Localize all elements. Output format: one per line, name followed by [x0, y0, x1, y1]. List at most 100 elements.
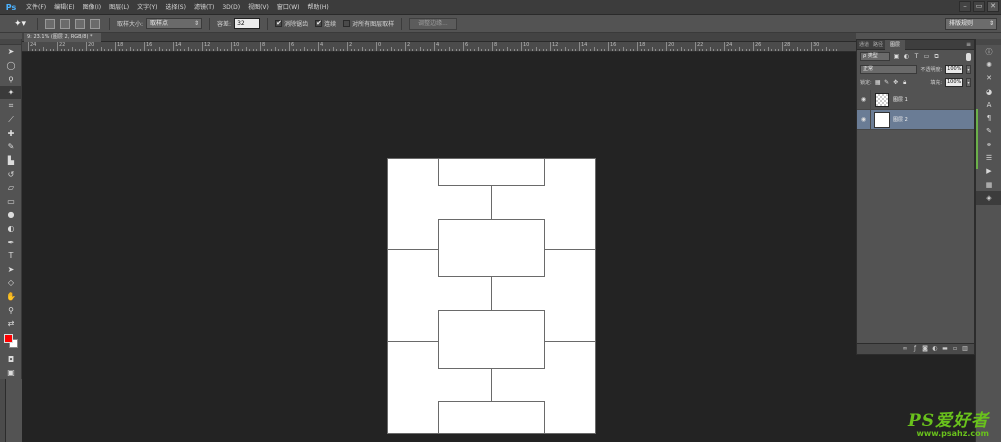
healing-brush-tool-icon[interactable]: ✚ [0, 127, 22, 141]
refine-edge-button[interactable]: 调整边缘... [409, 17, 457, 30]
diagram-box [438, 401, 545, 434]
tab-layers[interactable]: 图层 [885, 39, 906, 50]
styles-icon[interactable]: ▦ [976, 178, 1001, 191]
document-tab[interactable]: 9: 23.1% (图层 2, RGB/8) * [24, 33, 101, 42]
color-swatches[interactable] [0, 330, 22, 352]
foreground-color-swatch[interactable] [4, 334, 13, 344]
gradient-tool-icon[interactable]: ▭ [0, 195, 22, 209]
pen-tool-icon[interactable]: ✒ [0, 235, 22, 249]
menu-image[interactable]: 图像(I) [79, 0, 105, 15]
magic-wand-tool-icon[interactable]: ✦ [0, 85, 22, 100]
layer-row[interactable]: ◉ 图层 1 [857, 89, 974, 110]
adjustments-icon[interactable]: ◕ [976, 85, 1001, 98]
move-tool-icon[interactable]: ➤ [0, 45, 22, 59]
lock-transparent-icon[interactable]: ▦ [875, 79, 881, 86]
quick-mask-icon[interactable]: ◘ [0, 352, 22, 366]
menu-type[interactable]: 文字(Y) [133, 0, 161, 15]
history-brush-tool-icon[interactable]: ↺ [0, 167, 22, 181]
workspace-dropdown[interactable]: 排版规则 [945, 18, 997, 30]
visibility-eye-icon[interactable]: ◉ [857, 89, 871, 110]
path-selection-tool-icon[interactable]: ➤ [0, 263, 22, 277]
lock-all-icon[interactable]: 🔒︎ [902, 79, 908, 86]
hand-tool-icon[interactable]: ✋ [0, 290, 22, 304]
ruler-tick [202, 42, 203, 51]
blur-tool-icon[interactable]: ● [0, 208, 22, 222]
character-icon[interactable]: A [976, 98, 1001, 111]
shape-filter-icon[interactable]: ▭ [923, 53, 930, 60]
clone-stamp-tool-icon[interactable]: ▙ [0, 154, 22, 168]
new-layer-icon[interactable]: ▫ [952, 346, 958, 352]
actions-icon[interactable]: ▶ [976, 165, 1001, 178]
sample-all-layers-checkbox[interactable]: 对所有图层取样 [343, 19, 394, 28]
info-icon[interactable]: ⓘ [976, 45, 1001, 58]
swap-colors-icon[interactable]: ⇄ [0, 317, 22, 331]
menu-select[interactable]: 选择(S) [161, 0, 190, 15]
layers-panel: 通道 路径 图层 ≡ ρ 类型 ▣ ◐ T ▭ ⧉ 正常 不透明度: 100% … [856, 39, 975, 355]
tab-channels[interactable]: 通道 [857, 40, 871, 50]
chevron-down-icon[interactable]: ▾ [966, 65, 971, 74]
layer-filter-dropdown[interactable]: ρ 类型 [860, 52, 890, 61]
trash-icon[interactable]: ▥ [962, 346, 968, 352]
menu-view[interactable]: 视图(V) [244, 0, 273, 15]
panel-menu-icon[interactable]: ≡ [966, 40, 971, 50]
intersect-selection-icon[interactable] [90, 18, 100, 29]
type-tool-icon[interactable]: T [0, 249, 22, 263]
antialias-checkbox[interactable]: ✔ 消除锯齿 [275, 19, 308, 28]
menu-filter[interactable]: 滤镜(T) [190, 0, 218, 15]
sample-size-dropdown[interactable]: 取样点 [146, 18, 203, 29]
menu-layer[interactable]: 图层(L) [105, 0, 133, 15]
shape-tool-icon[interactable]: ◇ [0, 276, 22, 290]
eraser-tool-icon[interactable]: ▱ [0, 181, 22, 195]
document-canvas[interactable] [387, 158, 596, 434]
close-button[interactable]: ✕ [987, 1, 999, 12]
dock-accent-bar [976, 109, 978, 169]
chevron-down-icon[interactable]: ▾ [966, 78, 971, 87]
crop-tool-icon[interactable]: ⌗ [0, 99, 22, 113]
adjustment-filter-icon[interactable]: ◐ [903, 53, 910, 60]
tab-paths[interactable]: 路径 [871, 40, 885, 50]
eyedropper-tool-icon[interactable]: ⟋ [0, 113, 22, 127]
color-icon[interactable]: ✺ [976, 58, 1001, 71]
magic-wand-icon[interactable]: ✦▾ [10, 17, 30, 31]
menu-window[interactable]: 窗口(W) [273, 0, 304, 15]
lock-image-icon[interactable]: ✎ [884, 79, 890, 86]
marquee-tool-icon[interactable]: ◯ [0, 59, 22, 73]
menu-help[interactable]: 帮助(H) [304, 0, 333, 15]
paragraph-icon[interactable]: ¶ [976, 111, 1001, 124]
contiguous-checkbox[interactable]: ✔ 连续 [315, 19, 336, 28]
lock-position-icon[interactable]: ✥ [893, 79, 899, 86]
brush-tool-icon[interactable]: ✎ [0, 140, 22, 154]
adjustment-layer-icon[interactable]: ◐ [932, 346, 938, 352]
layers-icon[interactable]: ◈ [976, 191, 1001, 205]
filter-toggle[interactable] [966, 52, 971, 61]
menu-file[interactable]: 文件(F) [22, 0, 50, 15]
pixel-filter-icon[interactable]: ▣ [893, 53, 900, 60]
add-mask-icon[interactable]: ◙ [922, 346, 928, 352]
subtract-selection-icon[interactable] [75, 18, 85, 29]
clone-source-icon[interactable]: ⚭ [976, 138, 1001, 151]
link-layers-icon[interactable]: ∞ [902, 346, 908, 352]
menu-edit[interactable]: 编辑(E) [50, 0, 78, 15]
add-selection-icon[interactable] [60, 18, 70, 29]
visibility-eye-icon[interactable]: ◉ [857, 109, 871, 130]
layer-style-icon[interactable]: ƒ [912, 346, 918, 352]
tolerance-input[interactable]: 32 [234, 18, 261, 29]
fill-input[interactable]: 100% [945, 78, 963, 87]
new-selection-icon[interactable] [45, 18, 55, 29]
smart-object-filter-icon[interactable]: ⧉ [933, 53, 940, 60]
screen-mode-icon[interactable]: ▣ [0, 366, 22, 380]
properties-icon[interactable]: ☰ [976, 151, 1001, 164]
layer-row[interactable]: ◉ 图层 2 [857, 109, 974, 130]
type-filter-icon[interactable]: T [913, 53, 920, 60]
tools-x-icon[interactable]: ✕ [976, 72, 1001, 85]
lasso-tool-icon[interactable]: ϙ [0, 72, 22, 86]
dodge-tool-icon[interactable]: ◐ [0, 222, 22, 236]
zoom-tool-icon[interactable]: ⚲ [0, 303, 22, 317]
new-group-icon[interactable]: ▬ [942, 346, 948, 352]
menu-3d[interactable]: 3D(D) [218, 0, 244, 15]
restore-button[interactable]: ▭ [973, 1, 985, 12]
blend-mode-dropdown[interactable]: 正常 [860, 65, 918, 74]
brush-presets-icon[interactable]: ✎ [976, 125, 1001, 138]
opacity-input[interactable]: 100% [945, 65, 964, 74]
minimize-button[interactable]: – [959, 1, 971, 12]
